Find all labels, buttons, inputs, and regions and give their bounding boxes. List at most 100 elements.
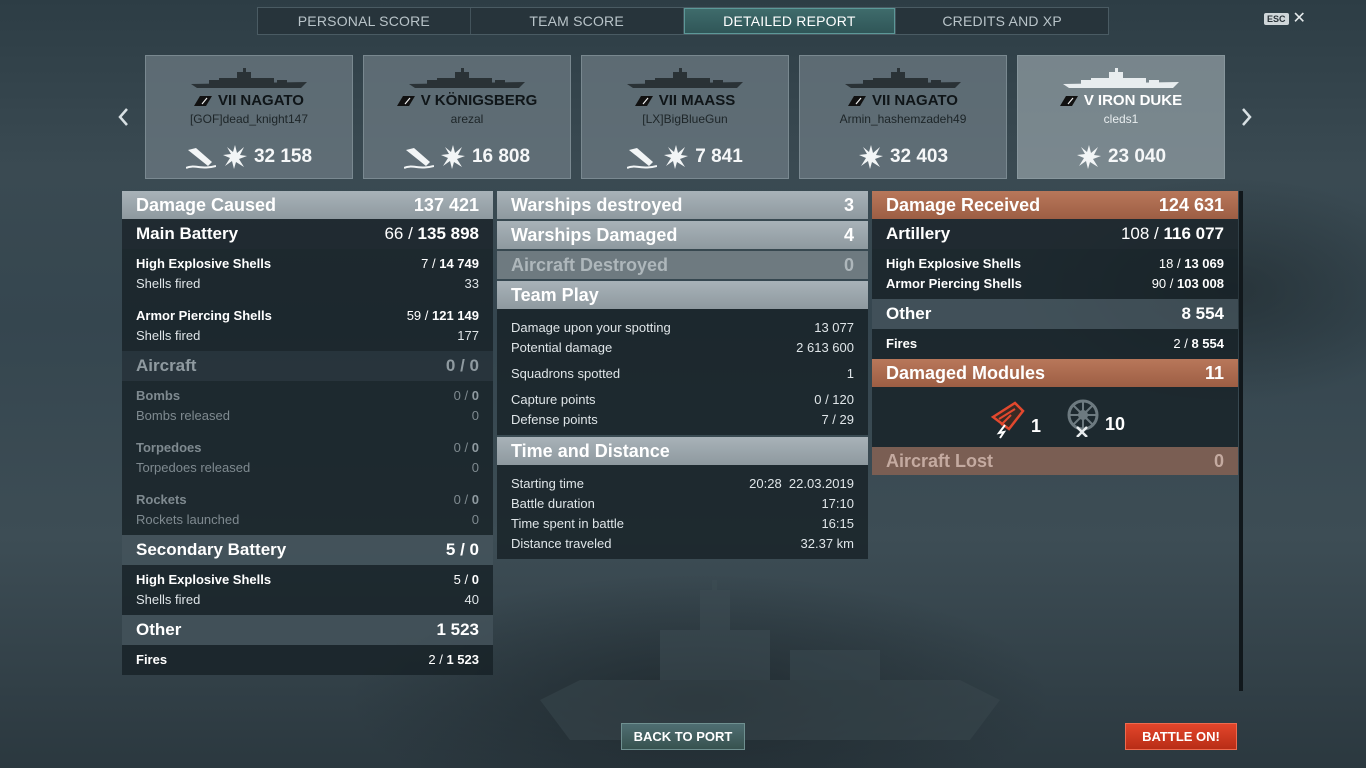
secondary-battery-details: High Explosive Shells 5 / 0 Shells fired 4… — [122, 565, 493, 615]
battleship-icon — [1059, 95, 1078, 106]
defense-points-row: Defense points 7 / 29 — [511, 411, 854, 427]
ship-silhouette — [1018, 68, 1224, 90]
secondary-battery-header: Secondary Battery 5 / 0 — [122, 535, 493, 565]
ship-title: VII NAGATO — [800, 92, 1006, 109]
received-other-header: Other 8 554 — [872, 299, 1238, 329]
ship-silhouette-icon — [627, 68, 743, 88]
ship-title: VII MAASS — [582, 92, 788, 109]
ship-silhouette — [582, 68, 788, 90]
received-fires-row: Fires 2 / 8 554 — [886, 335, 1224, 351]
cruiser-icon — [396, 95, 415, 106]
previous-arrow-icon[interactable] — [116, 106, 130, 128]
damage-caused-header: Damage Caused 137 421 — [122, 191, 493, 219]
other-damage-details: Fires 2 / 1 523 — [122, 645, 493, 675]
artillery-details: High Explosive Shells 18 / 13 069 Armor P… — [872, 249, 1238, 299]
close-button[interactable]: ESC ✕ — [1264, 10, 1306, 27]
ship-tier: VII — [658, 92, 678, 109]
tab-credits-and-xp[interactable]: CREDITS AND XP — [896, 8, 1108, 34]
ship-name: KÖNIGSBERG — [434, 92, 538, 109]
aircraft-lost-header: Aircraft Lost 0 — [872, 447, 1238, 475]
esc-key-label: ESC — [1264, 13, 1289, 25]
ship-silhouette — [800, 68, 1006, 90]
battle-duration-row: Battle duration 17:10 — [511, 495, 854, 511]
destroyer-icon — [634, 95, 653, 106]
scrollbar[interactable] — [1239, 191, 1243, 691]
damage-caused-label: Damage Caused — [136, 194, 277, 215]
ship-card[interactable]: VII NAGATO [GOF]dead_knight147 32 158 — [145, 55, 353, 179]
ap-shells-row: Armor Piercing Shells 59 / 121 149 — [136, 307, 479, 323]
ship-tier: VII — [218, 92, 237, 109]
team-play-header: Team Play — [497, 281, 868, 309]
received-he-row: High Explosive Shells 18 / 13 069 — [886, 255, 1224, 271]
ship-tier: VII — [872, 92, 891, 109]
close-icon: ✕ — [1292, 10, 1306, 27]
ship-name: MAASS — [681, 92, 736, 109]
ship-silhouette-icon — [845, 68, 961, 88]
bombs-released-row: Bombs released 0 — [136, 407, 479, 423]
ship-damage-stats: 7 841 — [582, 144, 788, 170]
main-battery-header: Main Battery 66 / 135 898 — [122, 219, 493, 249]
damage-received-column: Damage Received 124 631 Artillery 108 / 11… — [872, 191, 1238, 475]
ship-tier: V — [1083, 92, 1094, 109]
fires-row: Fires 2 / 1 523 — [136, 651, 479, 667]
warships-damaged-row: Warships Damaged 4 — [497, 221, 868, 249]
main-battery-value: 66 / 135 898 — [384, 224, 479, 243]
damage-caused-column: Damage Caused 137 421 Main Battery 66 / 13… — [122, 191, 493, 675]
distance-traveled-row: Distance traveled 32.37 km — [511, 535, 854, 551]
artillery-header: Artillery 108 / 116 077 — [872, 219, 1238, 249]
other-damage-header: Other 1 523 — [122, 615, 493, 645]
tab-team-score[interactable]: TEAM SCORE — [471, 8, 684, 34]
battle-on-button[interactable]: BATTLE ON! — [1125, 723, 1237, 750]
time-distance-header: Time and Distance — [497, 437, 868, 465]
damage-dealt-icon — [664, 145, 689, 169]
aircraft-details: Bombs 0 / 0 Bombs released 0 Torpedoes 0 / … — [122, 381, 493, 535]
torpedoes-released-row: Torpedoes released 0 — [136, 459, 479, 475]
time-spent-row: Time spent in battle 16:15 — [511, 515, 854, 531]
tab-personal-score[interactable]: PERSONAL SCORE — [258, 8, 471, 34]
torpedoes-row: Torpedoes 0 / 0 — [136, 439, 479, 455]
ship-silhouette-icon — [191, 68, 307, 88]
starting-time-row: Starting time 20:28 22.03.2019 — [511, 475, 854, 491]
capture-points-row: Capture points 0 / 120 — [511, 391, 854, 407]
ship-card[interactable]: VII NAGATO Armin_hashemzadeh49 32 403 — [799, 55, 1007, 179]
player-name: cleds1 — [1103, 112, 1139, 126]
ship-damage-stats: 23 040 — [1018, 144, 1224, 170]
module-steering-item: 10 — [1063, 397, 1125, 437]
ship-card[interactable]: V IRON DUKE cleds1 23 040 — [1017, 55, 1225, 179]
ship-damage-stats: 32 158 — [146, 144, 352, 170]
time-distance-details: Starting time 20:28 22.03.2019 Battle dur… — [497, 465, 868, 559]
ship-damage-value: 32 158 — [253, 146, 313, 167]
ship-damage-stats: 16 808 — [364, 144, 570, 170]
ship-card[interactable]: VII MAASS [LX]BigBlueGun 7 841 — [581, 55, 789, 179]
damage-dealt-icon — [440, 145, 465, 169]
player-name: [LX]BigBlueGun — [642, 112, 728, 126]
ship-card[interactable]: V KÖNIGSBERG arezal 16 808 — [363, 55, 571, 179]
ship-destroyed-icon — [185, 148, 216, 169]
secondary-shells-fired-row: Shells fired 40 — [136, 591, 479, 607]
damage-dealt-icon — [1076, 145, 1101, 169]
team-play-details: Damage upon your spotting 13 077 Potentia… — [497, 309, 868, 435]
warships-destroyed-row: Warships destroyed 3 — [497, 191, 868, 219]
damage-caused-value: 137 421 — [413, 194, 479, 215]
steering-gear-icon — [1067, 399, 1099, 437]
ship-title: V KÖNIGSBERG — [364, 92, 570, 109]
ship-silhouette — [146, 68, 352, 90]
engine-damaged-icon — [990, 401, 1025, 439]
damage-dealt-icon — [222, 145, 247, 169]
secondary-he-row: High Explosive Shells 5 / 0 — [136, 571, 479, 587]
back-to-port-button[interactable]: BACK TO PORT — [621, 723, 745, 750]
ship-destroyed-icon — [403, 148, 434, 169]
next-arrow-icon[interactable] — [1240, 106, 1254, 128]
player-name: arezal — [450, 112, 484, 126]
battle-stats-column: Warships destroyed 3 Warships Damaged 4 Ai… — [497, 191, 868, 559]
damage-received-header: Damage Received 124 631 — [872, 191, 1238, 219]
aircraft-header: Aircraft 0 / 0 — [122, 351, 493, 381]
received-other-details: Fires 2 / 8 554 — [872, 329, 1238, 359]
ship-damage-value: 32 403 — [889, 146, 949, 167]
ship-destroyed-icon — [627, 148, 658, 169]
ship-name: NAGATO — [240, 92, 304, 109]
ship-tier: V — [420, 92, 431, 109]
tab-detailed-report[interactable]: DETAILED REPORT — [683, 8, 897, 34]
bombs-row: Bombs 0 / 0 — [136, 387, 479, 403]
module-engine-item: 1 — [985, 395, 1041, 439]
